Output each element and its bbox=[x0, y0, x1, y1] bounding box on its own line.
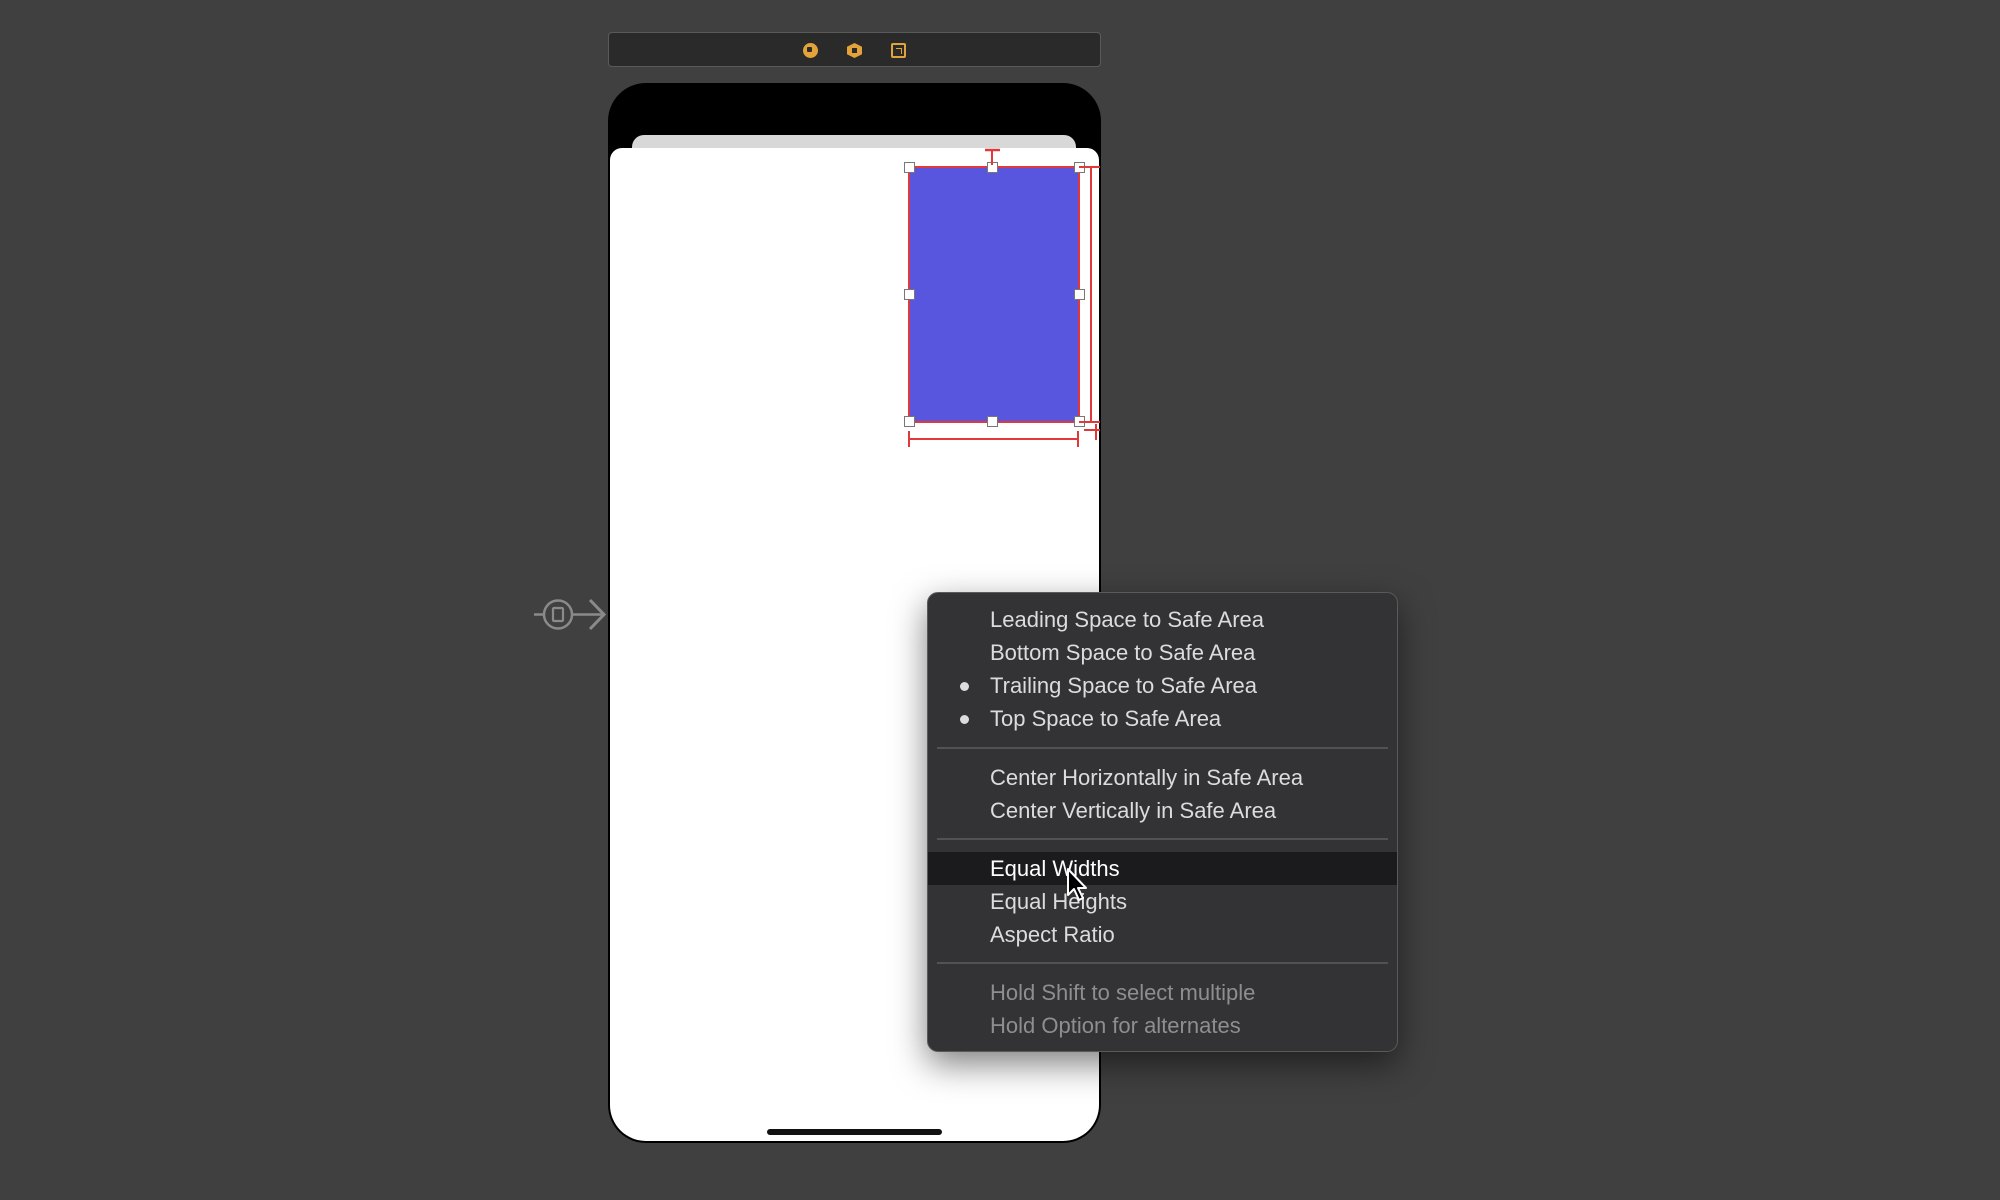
checkmark-dot-icon bbox=[960, 715, 969, 724]
menu-separator bbox=[937, 962, 1388, 964]
menu-item-aspect-ratio[interactable]: Aspect Ratio bbox=[928, 918, 1397, 951]
menu-separator bbox=[937, 838, 1388, 840]
resize-handle-top-left[interactable] bbox=[904, 162, 915, 173]
menu-hint-shift: Hold Shift to select multiple bbox=[990, 980, 1256, 1005]
menu-item-equal-heights[interactable]: Equal Heights bbox=[928, 885, 1397, 918]
home-indicator bbox=[767, 1129, 942, 1135]
menu-hint-option: Hold Option for alternates bbox=[990, 1013, 1241, 1038]
menu-item-center-vertically[interactable]: Center Vertically in Safe Area bbox=[928, 794, 1397, 827]
resize-handle-bottom-right[interactable] bbox=[1074, 416, 1085, 427]
menu-item-equal-widths[interactable]: Equal Widths bbox=[928, 852, 1397, 885]
resize-handle-top-right[interactable] bbox=[1074, 162, 1085, 173]
menu-separator bbox=[937, 747, 1388, 749]
menu-item-leading-space[interactable]: Leading Space to Safe Area bbox=[928, 603, 1397, 636]
menu-item-trailing-space[interactable]: Trailing Space to Safe Area bbox=[928, 669, 1397, 702]
resize-handle-bottom[interactable] bbox=[987, 416, 998, 427]
exit-icon[interactable] bbox=[891, 43, 906, 58]
storyboard-entry-point-arrow-icon[interactable] bbox=[534, 592, 606, 637]
view-controller-icon[interactable] bbox=[803, 43, 818, 58]
first-responder-icon[interactable] bbox=[847, 43, 862, 58]
mouse-cursor-icon bbox=[1067, 868, 1087, 901]
resize-handle-right[interactable] bbox=[1074, 289, 1085, 300]
resize-handle-left[interactable] bbox=[904, 289, 915, 300]
resize-handle-bottom-left[interactable] bbox=[904, 416, 915, 427]
constraint-context-menu: Leading Space to Safe Area Bottom Space … bbox=[927, 592, 1398, 1052]
scene-dock-bar bbox=[608, 32, 1101, 67]
menu-item-center-horizontally[interactable]: Center Horizontally in Safe Area bbox=[928, 761, 1397, 794]
resize-handle-top[interactable] bbox=[987, 162, 998, 173]
selected-blue-view[interactable] bbox=[908, 166, 1080, 423]
menu-item-bottom-space[interactable]: Bottom Space to Safe Area bbox=[928, 636, 1397, 669]
checkmark-dot-icon bbox=[960, 682, 969, 691]
menu-item-top-space[interactable]: Top Space to Safe Area bbox=[928, 702, 1397, 735]
